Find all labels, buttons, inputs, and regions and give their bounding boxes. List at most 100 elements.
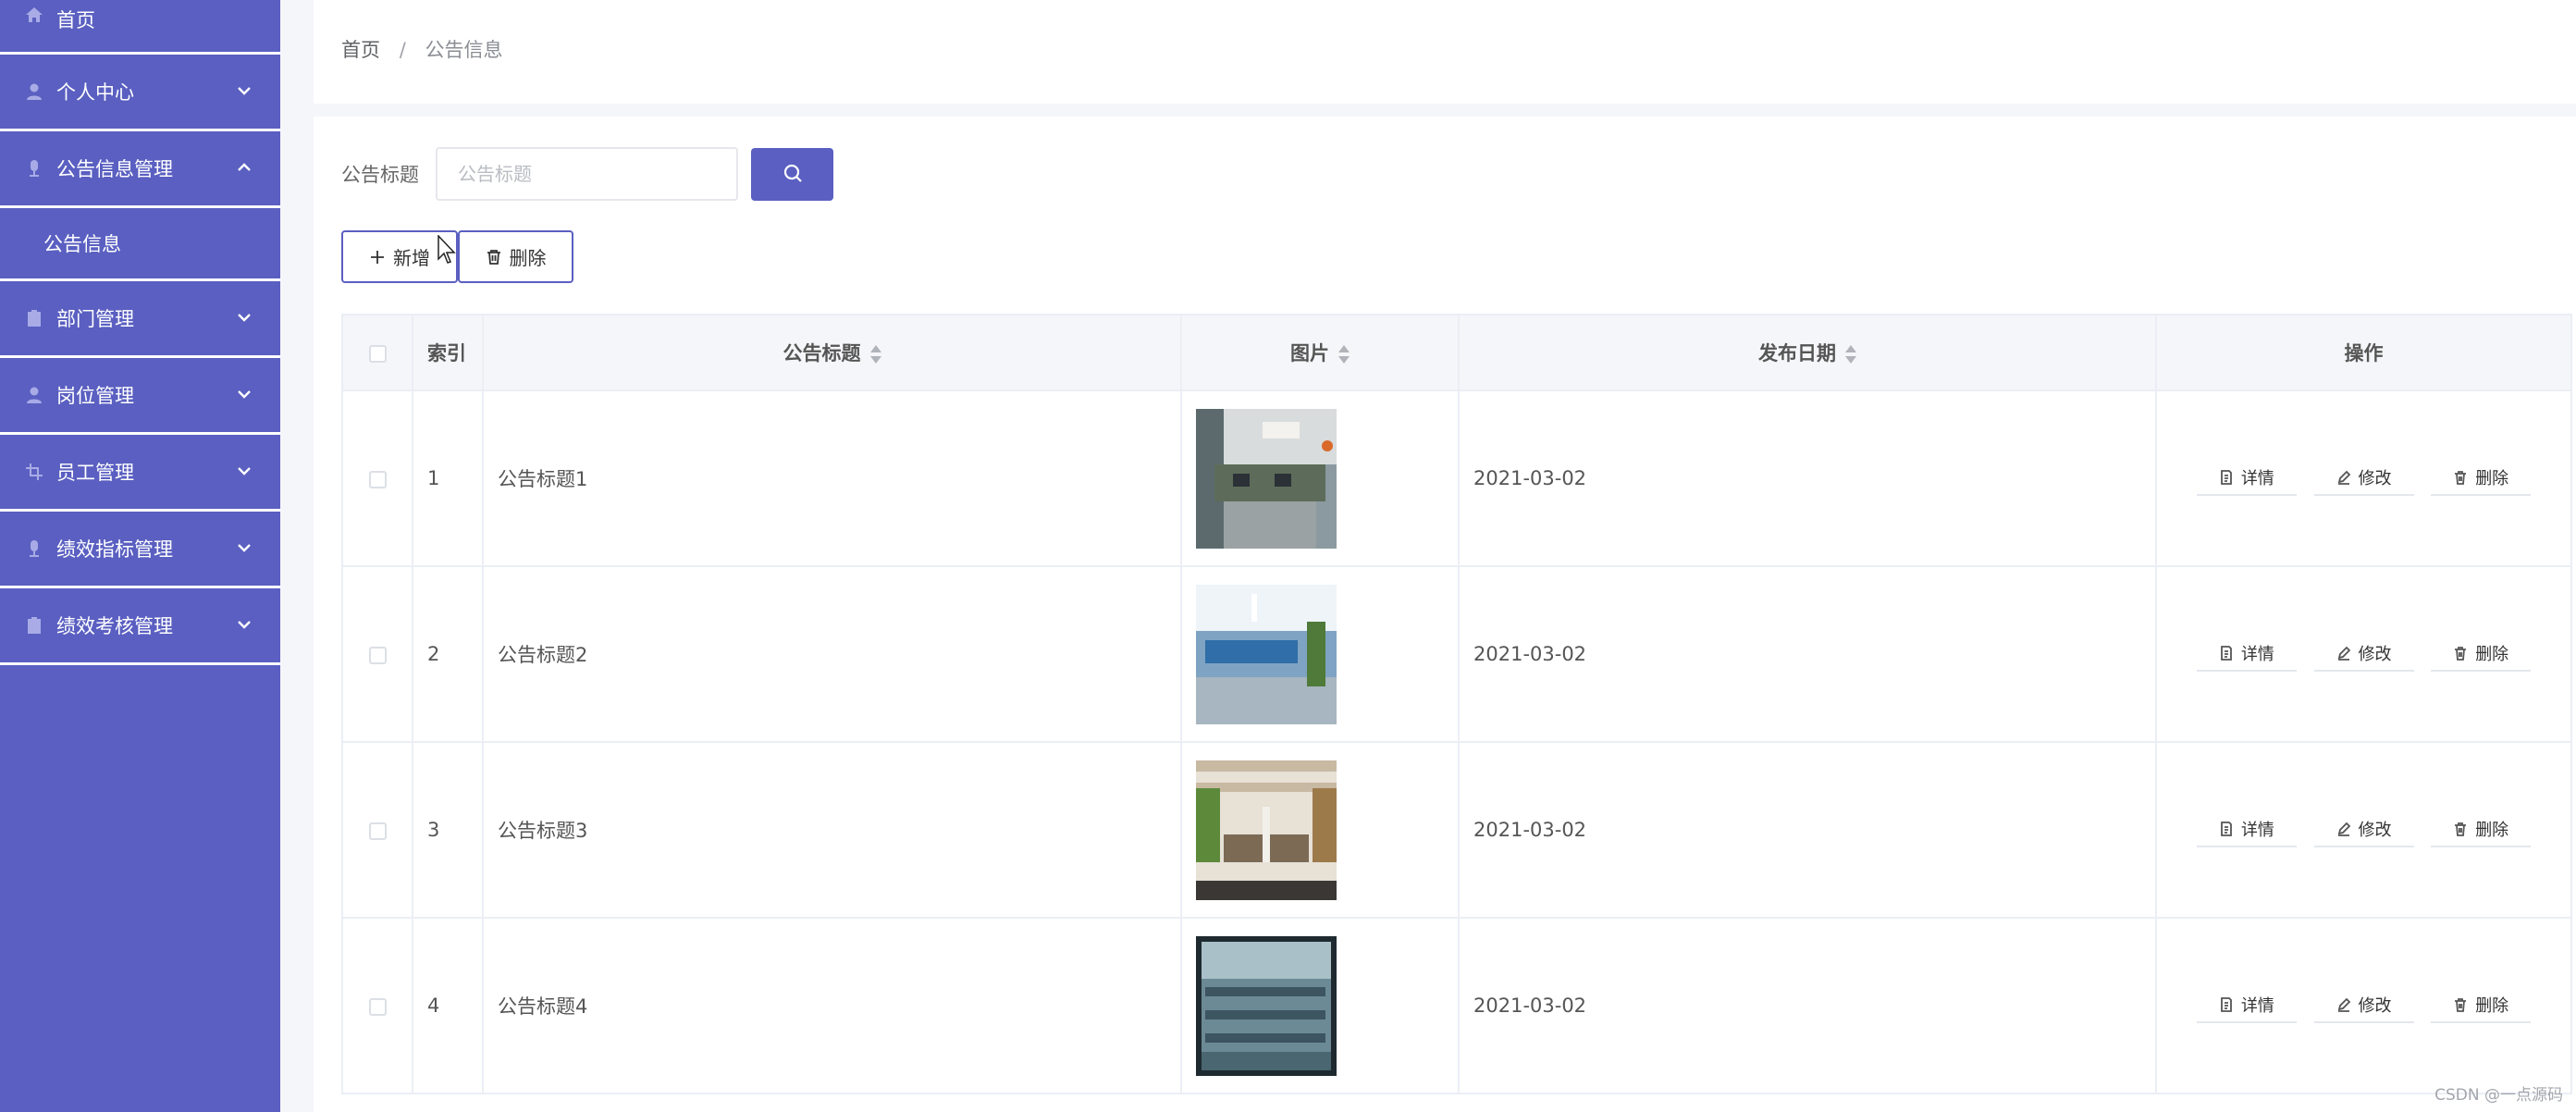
sidebar-item-label: 部门管理	[56, 308, 134, 330]
detail-button[interactable]: 详情	[2196, 812, 2297, 847]
sidebar-item-notice-management[interactable]: 公告信息管理	[0, 131, 280, 208]
sort-icon[interactable]	[1845, 344, 1856, 364]
chevron-down-icon	[236, 538, 253, 555]
detail-button-label: 详情	[2240, 996, 2274, 1016]
row-delete-button[interactable]: 删除	[2431, 812, 2532, 847]
row-delete-button-label: 删除	[2475, 996, 2509, 1016]
header-image[interactable]: 图片	[1181, 315, 1460, 391]
search-input[interactable]	[436, 147, 738, 201]
header-title[interactable]: 公告标题	[483, 315, 1182, 391]
plus-icon	[369, 249, 386, 266]
watermark: CSDN @一点源码	[2434, 1086, 2563, 1105]
search-label: 公告标题	[341, 164, 419, 186]
sidebar-item-label: 首页	[56, 9, 95, 31]
edit-button-label: 修改	[2358, 469, 2392, 488]
detail-button[interactable]: 详情	[2196, 636, 2297, 672]
row-index: 1	[413, 390, 484, 567]
row-checkbox[interactable]	[368, 646, 387, 664]
office-photo-image[interactable]	[1196, 584, 1337, 724]
row-title: 公告标题1	[483, 390, 1182, 567]
row-select-cell	[342, 390, 413, 567]
sidebar-item-performance-review-management[interactable]: 绩效考核管理	[0, 588, 280, 665]
header-date[interactable]: 发布日期	[1459, 315, 2157, 391]
sidebar-item-personal-center[interactable]: 个人中心	[0, 55, 280, 131]
home-icon	[25, 6, 43, 24]
row-delete-button-label: 删除	[2475, 469, 2509, 488]
sidebar-subitem-notice-info[interactable]: 公告信息	[0, 208, 280, 281]
document-icon	[2220, 822, 2232, 836]
detail-button[interactable]: 详情	[2196, 461, 2297, 496]
breadcrumb-home[interactable]: 首页	[341, 39, 380, 61]
breadcrumb: 首页 / 公告信息	[341, 35, 502, 63]
row-select-cell	[342, 742, 413, 919]
sidebar-item-label: 公告信息管理	[56, 158, 173, 180]
detail-button-label: 详情	[2240, 821, 2274, 840]
row-select-cell	[342, 566, 413, 743]
header-bar: 首页 / 公告信息	[314, 0, 2576, 104]
office-photo-image[interactable]	[1196, 408, 1337, 549]
row-checkbox[interactable]	[368, 997, 387, 1016]
row-image-cell	[1181, 566, 1460, 743]
row-index: 3	[413, 742, 484, 919]
chevron-down-icon	[236, 385, 253, 402]
breadcrumb-separator: /	[399, 39, 406, 61]
main-content: 公告标题 新增 删除 索引 公告标题 图片 发布日期 操作	[314, 117, 2576, 1112]
search-icon	[783, 163, 803, 186]
sidebar-item-label: 绩效考核管理	[56, 615, 173, 637]
row-delete-button[interactable]: 删除	[2431, 988, 2532, 1023]
trash-icon	[2455, 822, 2467, 836]
sidebar-item-kpi-management[interactable]: 绩效指标管理	[0, 512, 280, 588]
detail-button-label: 详情	[2240, 645, 2274, 664]
row-actions: 详情 修改 删除	[2156, 742, 2571, 919]
sort-icon[interactable]	[869, 344, 881, 364]
search-row: 公告标题	[341, 146, 833, 202]
document-icon	[2220, 646, 2232, 661]
chevron-down-icon	[236, 615, 253, 632]
sort-icon[interactable]	[1338, 344, 1350, 364]
row-date: 2021-03-02	[1459, 742, 2157, 919]
sidebar-item-employee-management[interactable]: 员工管理	[0, 435, 280, 512]
trash-icon	[2455, 471, 2467, 485]
sidebar: 首页 个人中心 公告信息管理 公告信息 部门管理 岗位管理 员工管理 绩效指标管…	[0, 0, 280, 1112]
edit-button-label: 修改	[2358, 821, 2392, 840]
edit-button[interactable]: 修改	[2313, 461, 2414, 496]
row-index: 4	[413, 918, 484, 1094]
sidebar-item-label: 员工管理	[56, 462, 134, 484]
document-icon	[2220, 470, 2232, 485]
sidebar-item-department-management[interactable]: 部门管理	[0, 281, 280, 358]
breadcrumb-current: 公告信息	[425, 39, 503, 61]
select-all-checkbox[interactable]	[368, 344, 387, 363]
detail-button[interactable]: 详情	[2196, 988, 2297, 1023]
row-delete-button[interactable]: 删除	[2431, 636, 2532, 672]
row-date: 2021-03-02	[1459, 390, 2157, 567]
mic-icon	[25, 539, 43, 558]
row-actions: 详情 修改 删除	[2156, 566, 2571, 743]
add-button-label: 新增	[393, 247, 430, 269]
sidebar-item-home[interactable]: 首页	[0, 0, 280, 55]
mic-icon	[25, 159, 43, 178]
edit-button[interactable]: 修改	[2313, 988, 2414, 1023]
row-checkbox[interactable]	[368, 822, 387, 840]
row-delete-button[interactable]: 删除	[2431, 461, 2532, 496]
edit-button[interactable]: 修改	[2313, 636, 2414, 672]
row-select-cell	[342, 918, 413, 1094]
row-title: 公告标题4	[483, 918, 1182, 1094]
header-date-label: 发布日期	[1758, 342, 1836, 364]
user-icon	[25, 386, 43, 404]
toolbar: 新增 删除	[341, 230, 573, 283]
office-photo-image[interactable]	[1196, 760, 1337, 900]
office-photo-image[interactable]	[1196, 935, 1337, 1076]
sidebar-item-position-management[interactable]: 岗位管理	[0, 358, 280, 435]
chevron-down-icon	[236, 462, 253, 478]
row-checkbox[interactable]	[368, 470, 387, 488]
search-button[interactable]	[751, 147, 833, 201]
row-image-cell	[1181, 742, 1460, 919]
crop-icon	[25, 463, 43, 481]
select-all-cell	[342, 315, 413, 391]
pencil-icon	[2337, 997, 2350, 1012]
row-image-cell	[1181, 918, 1460, 1094]
delete-button[interactable]: 删除	[458, 230, 573, 283]
header-actions: 操作	[2156, 315, 2571, 391]
trash-icon	[2455, 647, 2467, 661]
edit-button[interactable]: 修改	[2313, 812, 2414, 847]
